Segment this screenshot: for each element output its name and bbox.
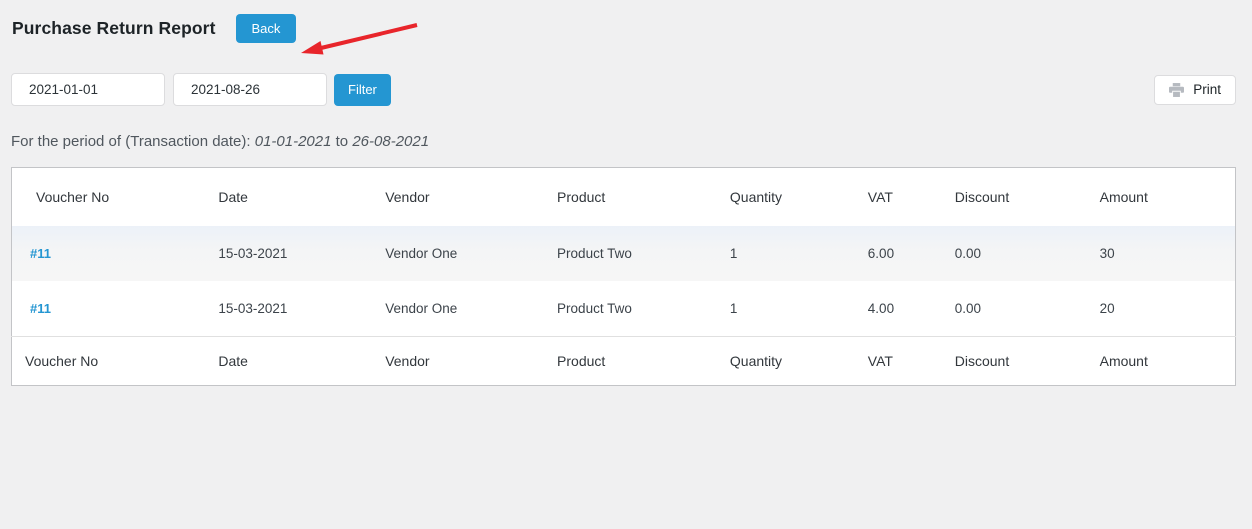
period-end-date: 26-08-2021 bbox=[352, 133, 430, 150]
column-header: Amount bbox=[1075, 336, 1236, 386]
table-body: #11 15-03-2021 Vendor One Product Two 1 6.00 0… bbox=[11, 226, 1236, 337]
print-button[interactable]: Print bbox=[1154, 74, 1236, 105]
printer-icon bbox=[1169, 82, 1185, 97]
page-title: Purchase Return Report bbox=[12, 18, 216, 38]
cell-discount: 0.00 bbox=[954, 301, 982, 316]
back-button[interactable]: Back bbox=[235, 14, 297, 43]
column-header: Quantity bbox=[729, 189, 783, 205]
column-header: Quantity bbox=[705, 336, 844, 386]
table-foot: Voucher No Date Vendor Product Quantity VAT Di… bbox=[11, 336, 1236, 386]
column-header: Voucher No bbox=[11, 336, 195, 386]
column-header: Product bbox=[533, 336, 706, 386]
table-row: #11 15-03-2021 Vendor One Product Two 1 4.00 0… bbox=[12, 281, 1236, 337]
column-header: Vendor bbox=[361, 336, 534, 386]
start-date-input[interactable] bbox=[11, 73, 165, 106]
report-table-container: Voucher No Date Vendor Product Quantity VAT Di… bbox=[11, 167, 1236, 386]
cell-amount: 20 bbox=[1099, 301, 1115, 316]
page-header: Purchase Return Report Back bbox=[12, 14, 1236, 43]
column-header: Voucher No bbox=[36, 189, 110, 205]
print-button-label: Print bbox=[1193, 82, 1221, 97]
purchase-return-table: Voucher No Date Vendor Product Quantity VAT Di… bbox=[11, 167, 1236, 386]
cell-date: 15-03-2021 bbox=[218, 301, 288, 316]
period-start-date: 01-01-2021 bbox=[254, 133, 332, 150]
cell-voucher-no: #11 bbox=[12, 226, 195, 281]
cell-product: Product Two bbox=[557, 301, 632, 316]
column-header: Amount bbox=[1099, 189, 1148, 205]
end-date-input[interactable] bbox=[173, 73, 327, 106]
cell-vat: 4.00 bbox=[867, 301, 895, 316]
filter-button[interactable]: Filter bbox=[334, 73, 391, 106]
cell-voucher-no: #11 bbox=[12, 281, 195, 337]
voucher-link[interactable]: #11 bbox=[30, 246, 51, 261]
column-header: VAT bbox=[867, 189, 893, 205]
cell-discount: 0.00 bbox=[954, 246, 982, 261]
cell-vendor: Vendor One bbox=[385, 301, 458, 316]
cell-quantity: 1 bbox=[729, 301, 738, 316]
cell-vendor: Vendor One bbox=[385, 246, 458, 261]
period-connector: to bbox=[335, 133, 349, 150]
table-head: Voucher No Date Vendor Product Quantity VAT Di… bbox=[12, 168, 1236, 227]
cell-amount: 30 bbox=[1099, 246, 1115, 261]
cell-vat: 6.00 bbox=[867, 246, 895, 261]
page: Purchase Return Report Back Filter Print… bbox=[0, 0, 1252, 386]
voucher-link[interactable]: #11 bbox=[30, 301, 51, 316]
column-header: Vendor bbox=[385, 189, 430, 205]
cell-quantity: 1 bbox=[729, 246, 738, 261]
column-header: Discount bbox=[954, 189, 1010, 205]
column-header: Date bbox=[218, 189, 248, 205]
column-header: Discount bbox=[930, 336, 1076, 386]
table-row: #11 15-03-2021 Vendor One Product Two 1 6.00 0… bbox=[11, 226, 1236, 281]
column-header: Date bbox=[194, 336, 362, 386]
column-header: Product bbox=[557, 189, 606, 205]
filter-bar: Filter Print bbox=[11, 73, 1236, 106]
period-summary: For the period of (Transaction date): 01… bbox=[11, 133, 1236, 150]
table-header-row: Voucher No Date Vendor Product Quantity VAT Di… bbox=[12, 168, 1236, 227]
period-label: For the period of (Transaction date): bbox=[11, 133, 251, 150]
cell-date: 15-03-2021 bbox=[218, 246, 288, 261]
table-footer-row: Voucher No Date Vendor Product Quantity VAT Di… bbox=[11, 336, 1236, 386]
column-header: VAT bbox=[843, 336, 931, 386]
cell-product: Product Two bbox=[557, 246, 632, 261]
